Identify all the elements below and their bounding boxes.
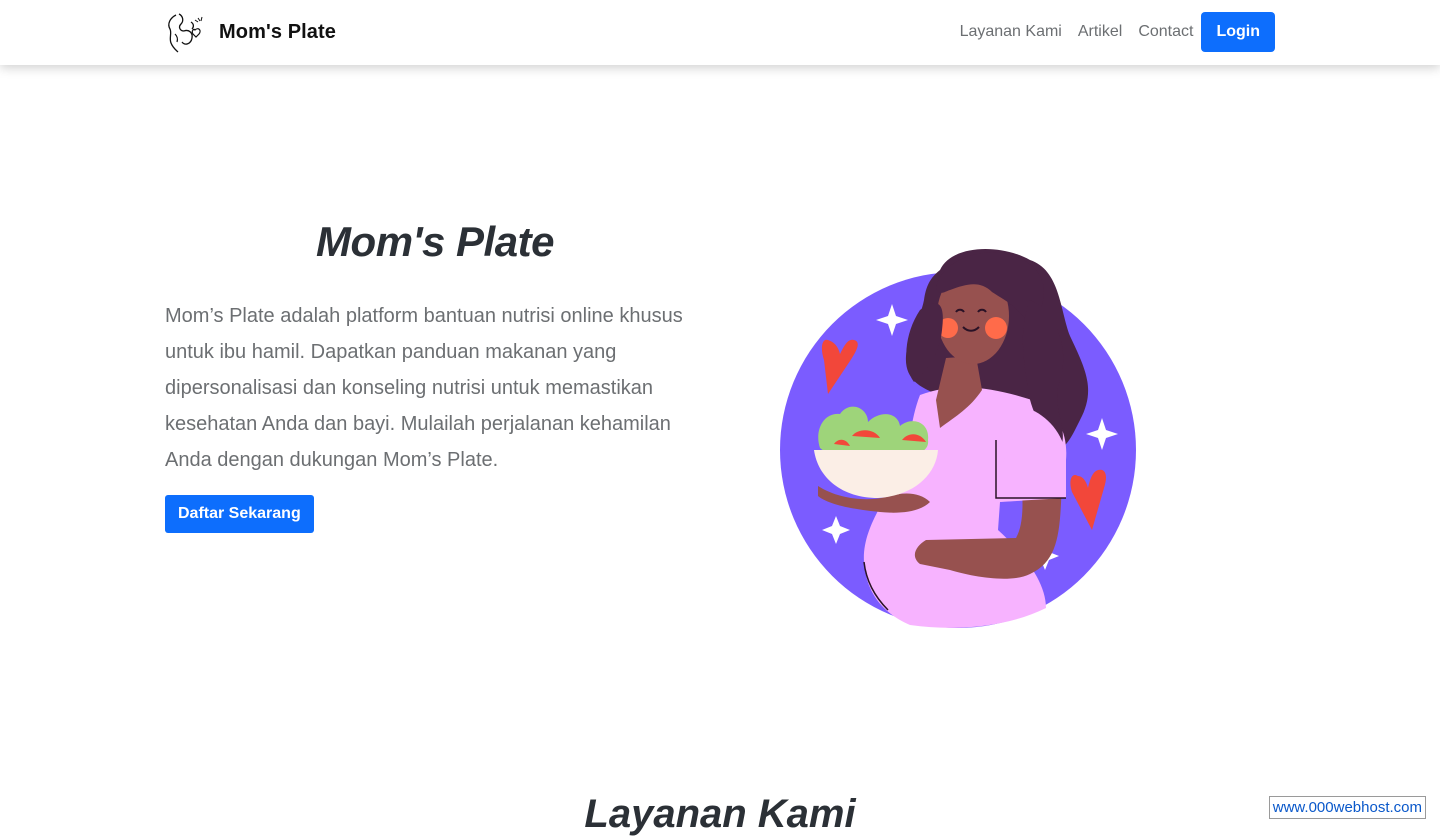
nav-link-artikel[interactable]: Artikel (1078, 23, 1122, 41)
navbar: Mom's Plate Layanan Kami Artikel Contact… (0, 0, 1440, 65)
register-now-button[interactable]: Daftar Sekarang (165, 495, 314, 533)
main-nav: Layanan Kami Artikel Contact Login (960, 12, 1275, 52)
services-section-title: Layanan Kami (584, 792, 856, 836)
mother-baby-logo-icon (168, 12, 203, 52)
brand-link[interactable]: Mom's Plate (165, 11, 336, 53)
pregnant-woman-holding-salad-illustration (780, 249, 1136, 628)
nav-link-layanan-kami[interactable]: Layanan Kami (960, 23, 1062, 41)
hero-description: Mom’s Plate adalah platform bantuan nutr… (165, 305, 683, 471)
login-button[interactable]: Login (1201, 12, 1275, 52)
brand-name: Mom's Plate (219, 20, 336, 43)
nav-link-contact[interactable]: Contact (1138, 23, 1193, 41)
hosting-badge-link[interactable]: www.000webhost.com (1268, 796, 1426, 819)
hero-title: Mom's Plate (316, 218, 554, 265)
